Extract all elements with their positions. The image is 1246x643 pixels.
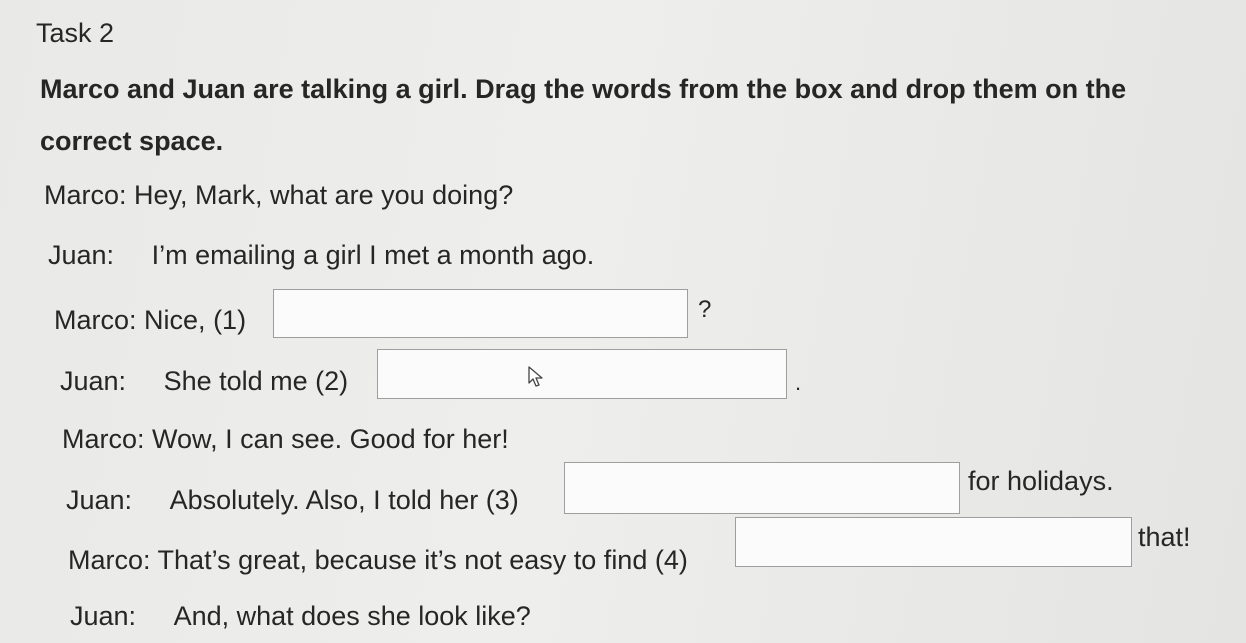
- dialogue-line-1: Marco: Hey, Mark, what are you doing?: [44, 180, 513, 211]
- speaker-label: Juan:: [66, 485, 133, 515]
- dialogue-text: Wow, I can see. Good for her!: [152, 424, 509, 454]
- dialogue-suffix-6: for holidays.: [968, 466, 1114, 496]
- dialogue-text: And, what does she look like?: [173, 601, 531, 631]
- dialogue-suffix-7: that!: [1138, 522, 1191, 552]
- dialogue-suffix-4: .: [795, 370, 802, 395]
- speaker-label: Marco:: [62, 424, 145, 454]
- dialogue-text: Hey, Mark, what are you doing?: [134, 180, 514, 210]
- dialogue-text: Absolutely. Also, I told her (3): [169, 485, 519, 515]
- speaker-label: Marco:: [44, 180, 127, 210]
- dialogue-line-5: Marco: Wow, I can see. Good for her!: [62, 424, 509, 455]
- dialogue-text: That’s great, because it’s not easy to f…: [157, 545, 688, 575]
- dialogue-text: I’m emailing a girl I met a month ago.: [151, 240, 595, 270]
- instruction-line-1: Marco and Juan are talking a girl. Drag …: [40, 74, 1127, 104]
- drop-zone-2[interactable]: [377, 349, 787, 399]
- dialogue-line-4: Juan: She told me (2): [60, 366, 348, 397]
- task-title: Task 2: [36, 18, 115, 48]
- speaker-label: Juan:: [70, 601, 137, 631]
- dialogue-text: She told me (2): [163, 366, 349, 396]
- speaker-label: Marco:: [68, 545, 151, 575]
- speaker-label: Juan:: [48, 240, 115, 270]
- dialogue-line-8: Juan: And, what does she look like?: [70, 601, 531, 632]
- dialogue-text: Nice, (1): [144, 305, 247, 335]
- dialogue-line-3: Marco: Nice, (1): [54, 305, 246, 336]
- instruction-line-2: correct space.: [40, 126, 224, 156]
- dialogue-line-6: Juan: Absolutely. Also, I told her (3): [66, 485, 519, 516]
- dialogue-suffix-3: ?: [698, 296, 712, 323]
- dialogue-line-7: Marco: That’s great, because it’s not ea…: [68, 545, 688, 576]
- speaker-label: Juan:: [60, 366, 127, 396]
- mouse-pointer-icon: [528, 366, 543, 387]
- dialogue-line-2: Juan: I’m emailing a girl I met a month …: [48, 240, 594, 271]
- drop-zone-3[interactable]: [564, 462, 960, 514]
- speaker-label: Marco:: [54, 305, 137, 335]
- drop-zone-1[interactable]: [273, 289, 688, 338]
- drop-zone-4[interactable]: [735, 517, 1132, 567]
